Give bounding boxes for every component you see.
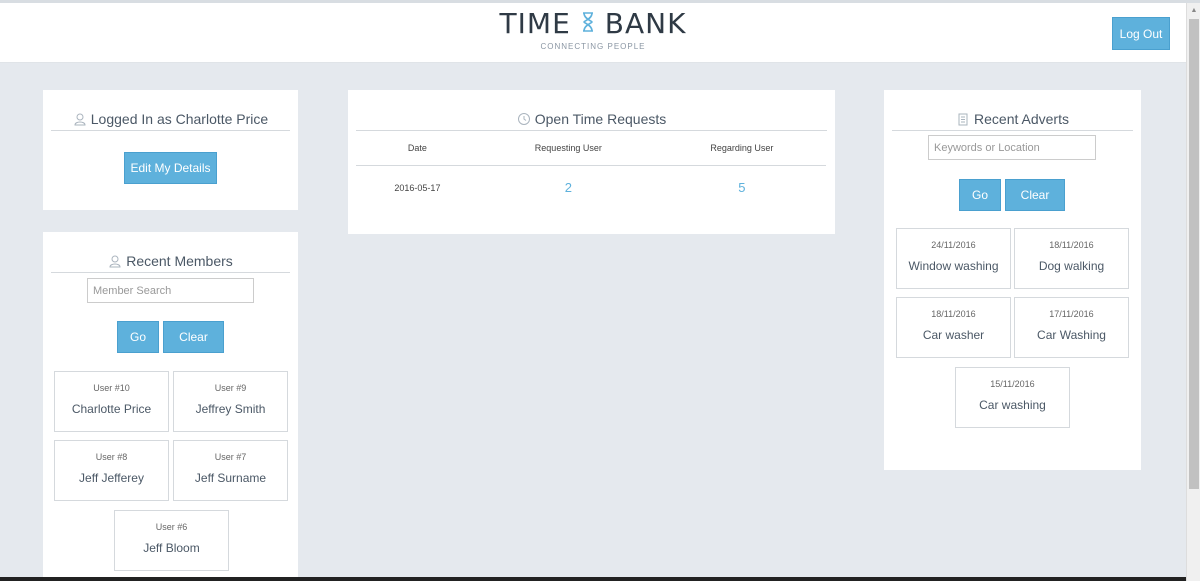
adverts-panel: Recent Adverts Keywords or Location Go C… [884, 90, 1141, 470]
user-icon [108, 254, 122, 268]
advert-date: 15/11/2016 [990, 379, 1035, 389]
vertical-scrollbar[interactable]: ▲ [1186, 3, 1200, 581]
requests-panel: Open Time Requests Date Requesting User … [348, 90, 835, 234]
document-icon [956, 112, 970, 126]
requests-panel-title: Open Time Requests [534, 110, 667, 127]
advert-title: Car washer [922, 328, 985, 342]
member-search-input[interactable]: Member Search [87, 278, 254, 303]
adverts-panel-header: Recent Adverts [884, 90, 1141, 130]
hourglass-icon [581, 7, 595, 41]
member-clear-button[interactable]: Clear [163, 321, 224, 353]
bottom-edge [0, 577, 1186, 581]
member-name: Jeff Jefferey [79, 471, 144, 485]
member-name: Charlotte Price [71, 402, 152, 416]
advert-card[interactable]: 15/11/2016 Car washing [955, 367, 1070, 428]
advert-card[interactable]: 18/11/2016 Car washer [896, 297, 1011, 358]
member-card[interactable]: User #7 Jeff Surname [173, 440, 288, 501]
column-header-regarding: Regarding User [657, 131, 826, 166]
advert-title: Car Washing [1037, 328, 1106, 342]
logout-button[interactable]: Log Out [1112, 17, 1170, 50]
user-panel-header: Logged In as Charlotte Price [43, 90, 298, 130]
advert-search-input[interactable]: Keywords or Location [928, 135, 1096, 160]
advert-card[interactable]: 24/11/2016 Window washing [896, 228, 1011, 289]
member-card[interactable]: User #8 Jeff Jefferey [54, 440, 169, 501]
advert-card[interactable]: 17/11/2016 Car Washing [1014, 297, 1129, 358]
request-date: 2016-05-17 [394, 182, 441, 193]
column-header-requesting: Requesting User [478, 131, 658, 166]
member-id: User #10 [93, 383, 130, 393]
advert-date: 18/11/2016 [1049, 240, 1094, 250]
requests-table: Date Requesting User Regarding User 2016… [356, 131, 826, 210]
member-name: Jeff Surname [194, 471, 267, 485]
member-name: Jeffrey Smith [195, 402, 266, 416]
members-panel-title: Recent Members [126, 252, 233, 269]
requests-panel-header: Open Time Requests [348, 90, 835, 130]
advert-title: Dog walking [1038, 259, 1105, 273]
advert-title: Window washing [908, 259, 999, 273]
member-card[interactable]: User #9 Jeffrey Smith [173, 371, 288, 432]
advert-date: 18/11/2016 [931, 309, 976, 319]
advert-date: 24/11/2016 [931, 240, 976, 250]
table-header-row: Date Requesting User Regarding User [356, 131, 826, 166]
site-logo[interactable]: TIME BANK CONNECTING PEOPLE [0, 7, 1186, 51]
user-icon [73, 112, 87, 126]
advert-date: 17/11/2016 [1049, 309, 1094, 319]
member-name: Jeff Bloom [143, 541, 200, 555]
member-id: User #9 [214, 383, 247, 393]
table-row: 2016-05-17 2 5 [356, 165, 826, 210]
advert-card[interactable]: 18/11/2016 Dog walking [1014, 228, 1129, 289]
user-panel-title: Logged In as Charlotte Price [90, 110, 269, 127]
scroll-up-arrow-icon[interactable]: ▲ [1187, 3, 1200, 17]
top-header: TIME BANK CONNECTING PEOPLE Log Out [0, 3, 1186, 63]
members-panel: Recent Members Member Search Go Clear Us… [43, 232, 298, 581]
member-go-button[interactable]: Go [117, 321, 159, 353]
member-id: User #6 [155, 522, 188, 532]
user-panel: Logged In as Charlotte Price Edit My Det… [43, 90, 298, 210]
advert-title: Car washing [979, 398, 1046, 412]
member-card[interactable]: User #6 Jeff Bloom [114, 510, 229, 571]
adverts-panel-divider [892, 130, 1133, 131]
clock-icon [517, 112, 531, 126]
regarding-user-link[interactable]: 5 [658, 165, 826, 210]
logo-text-time: TIME [499, 7, 571, 40]
members-panel-header: Recent Members [43, 232, 298, 272]
logo-text-bank: BANK [604, 7, 687, 40]
advert-go-button[interactable]: Go [959, 179, 1001, 211]
member-id: User #8 [95, 452, 128, 462]
members-panel-divider [51, 272, 290, 273]
advert-clear-button[interactable]: Clear [1005, 179, 1065, 211]
member-card[interactable]: User #10 Charlotte Price [54, 371, 169, 432]
column-header-date: Date [356, 131, 479, 166]
member-id: User #7 [214, 452, 247, 462]
user-panel-divider [51, 130, 290, 131]
logo-tagline: CONNECTING PEOPLE [540, 42, 646, 51]
adverts-panel-title: Recent Adverts [974, 110, 1069, 127]
scrollbar-thumb[interactable] [1189, 19, 1199, 489]
requesting-user-link[interactable]: 2 [479, 165, 658, 210]
edit-details-button[interactable]: Edit My Details [124, 152, 217, 184]
